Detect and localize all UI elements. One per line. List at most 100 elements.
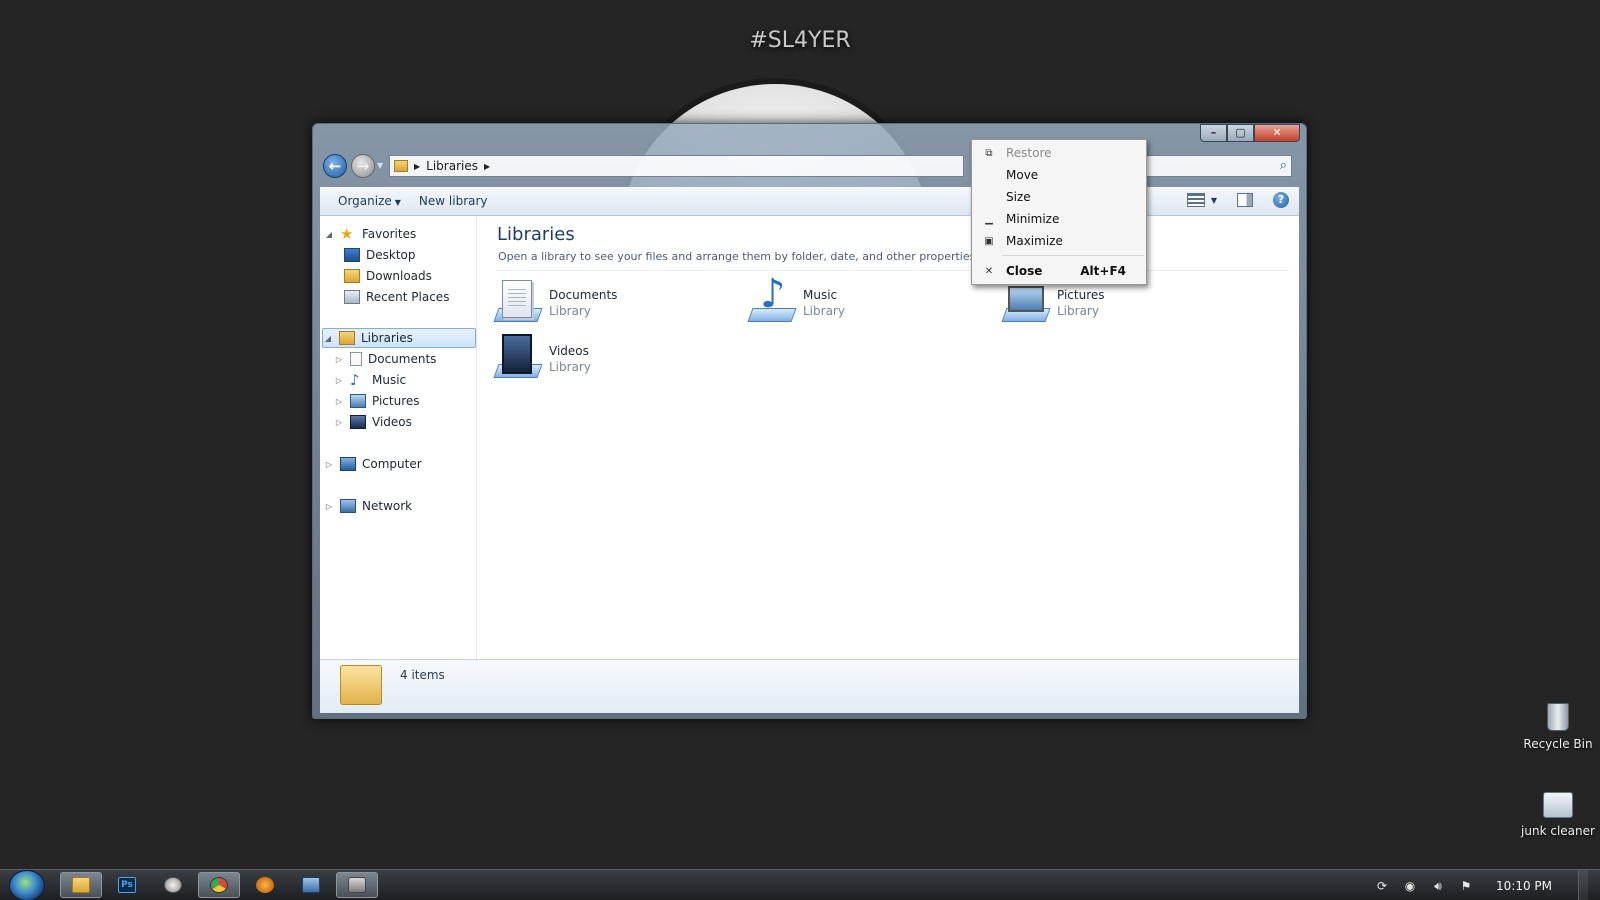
collapsed-arrow-icon[interactable]: ▷ <box>334 376 344 385</box>
tree-item-recent-places[interactable]: Recent Places <box>344 287 449 307</box>
help-icon[interactable]: ? <box>1273 192 1289 208</box>
library-tile-pictures[interactable]: Pictures Library <box>1001 278 1244 328</box>
tree-item-videos[interactable]: ▷ Videos <box>334 412 412 432</box>
tree-item-label: Videos <box>372 415 412 429</box>
libraries-folder-icon <box>340 665 382 705</box>
address-bar[interactable]: ▶ Libraries ▶ <box>389 155 964 177</box>
page-subtitle: Open a library to see your files and arr… <box>498 250 979 263</box>
tree-item-label: Desktop <box>366 248 416 262</box>
music-library-icon: ♪ <box>747 274 797 324</box>
recent-pages-dropdown-icon[interactable]: ▼ <box>377 161 383 170</box>
minimize-button[interactable]: – <box>1200 124 1227 142</box>
tree-item-libraries[interactable]: ◢ Libraries <box>322 328 476 348</box>
recycle-bin-icon <box>1547 703 1569 731</box>
taskbar-app-chrome[interactable] <box>198 872 240 898</box>
tree-item-label: Music <box>372 373 407 387</box>
music-note-icon: ♪ <box>350 371 360 389</box>
library-tile-documents[interactable]: Documents Library <box>493 278 736 328</box>
taskbar-app-7[interactable] <box>336 872 378 898</box>
volume-icon[interactable]: 🔊︎ <box>1430 879 1446 893</box>
close-button[interactable]: ✕ <box>1254 124 1300 142</box>
tree-item-label: Documents <box>368 352 437 366</box>
caption-buttons: – ▢ ✕ <box>1200 124 1300 142</box>
pictures-icon <box>350 394 366 408</box>
taskbar-app-3[interactable] <box>152 872 194 898</box>
preview-pane-icon[interactable] <box>1237 193 1253 207</box>
taskbar-app-6[interactable] <box>290 872 332 898</box>
tree-item-network[interactable]: ▷ Network <box>324 496 412 516</box>
library-tile-music[interactable]: ♪ Music Library <box>747 274 990 328</box>
menu-item-label: Size <box>1006 190 1031 204</box>
action-center-flag-icon[interactable]: ⚑ <box>1458 879 1474 893</box>
clock[interactable]: 10:10 PM <box>1496 879 1552 893</box>
menu-item-restore[interactable]: ⧉ Restore <box>972 142 1146 164</box>
tree-item-favorites[interactable]: ◢ ★ Favorites <box>324 224 416 244</box>
tree-item-label: Network <box>362 499 413 513</box>
new-library-button[interactable]: New library <box>419 194 488 208</box>
app-icon <box>256 877 274 893</box>
library-type: Library <box>549 304 591 318</box>
back-arrow-icon: ← <box>328 157 342 175</box>
collapsed-arrow-icon[interactable]: ▷ <box>324 502 334 511</box>
tree-item-music[interactable]: ▷ ♪ Music <box>334 370 406 390</box>
navigation-pane: ◢ ★ Favorites Desktop Downloads Recent P… <box>320 216 477 659</box>
command-bar: Organize ▼ New library ▼ ? <box>320 187 1299 216</box>
network-tray-icon[interactable]: ◉ <box>1402 879 1418 893</box>
view-options-chevron-icon[interactable]: ▼ <box>1211 196 1217 205</box>
tree-item-label: Favorites <box>362 227 417 241</box>
library-name: Documents <box>549 288 618 302</box>
minimize-icon: ▁ <box>985 213 993 225</box>
explorer-window[interactable]: – ▢ ✕ ← → ▼ ▶ Libraries ▶ ⌕ Organize ▼ Ne… <box>312 123 1307 719</box>
window-system-menu: ⧉ Restore Move Size ▁ Minimize ▣ Maximiz… <box>971 139 1147 285</box>
desktop-icon-label: junk cleaner <box>1521 824 1595 838</box>
collapsed-arrow-icon[interactable]: ▷ <box>334 355 344 364</box>
tree-item-pictures[interactable]: ▷ Pictures <box>334 391 420 411</box>
collapsed-arrow-icon[interactable]: ▷ <box>334 397 344 406</box>
menu-item-size[interactable]: Size <box>972 186 1146 208</box>
item-count: 4 items <box>400 668 445 682</box>
maximize-button[interactable]: ▢ <box>1227 124 1254 142</box>
show-desktop-button[interactable] <box>1578 870 1588 900</box>
menu-item-label: Maximize <box>1006 234 1063 248</box>
close-shortcut: Alt+F4 <box>1080 264 1126 278</box>
collapsed-arrow-icon[interactable]: ▷ <box>334 418 344 427</box>
change-view-icon[interactable] <box>1186 193 1205 207</box>
taskbar-app-5[interactable] <box>244 872 286 898</box>
taskbar-app-photoshop[interactable]: Ps <box>106 872 148 898</box>
tree-item-label: Downloads <box>366 269 432 283</box>
tree-item-documents[interactable]: ▷ Documents <box>334 349 436 369</box>
menu-item-maximize[interactable]: ▣ Maximize <box>972 230 1146 252</box>
search-icon[interactable]: ⌕ <box>1280 158 1287 173</box>
expanded-arrow-icon[interactable]: ◢ <box>324 230 334 239</box>
menu-item-move[interactable]: Move <box>972 164 1146 186</box>
back-button[interactable]: ← <box>323 154 347 178</box>
library-tile-videos[interactable]: Videos Library <box>493 334 736 384</box>
taskbar-app-explorer[interactable] <box>60 872 102 898</box>
forward-button[interactable]: → <box>351 154 375 178</box>
breadcrumb-chevron-icon[interactable]: ▶ <box>414 162 420 171</box>
organize-label: Organize <box>338 194 392 208</box>
desktop-icon-recycle-bin[interactable]: Recycle Bin <box>1518 703 1598 751</box>
network-icon <box>340 499 356 513</box>
header-divider <box>496 270 1289 271</box>
menu-item-label: Close <box>1006 264 1043 278</box>
documents-icon <box>350 352 362 366</box>
menu-item-minimize[interactable]: ▁ Minimize <box>972 208 1146 230</box>
collapsed-arrow-icon[interactable]: ▷ <box>324 460 334 469</box>
junk-cleaner-icon <box>1543 792 1573 818</box>
desktop-icon-junk-cleaner[interactable]: junk cleaner <box>1518 792 1598 838</box>
menu-item-label: Move <box>1006 168 1039 182</box>
photoshop-icon: Ps <box>118 877 136 893</box>
navigation-bar: ← → ▼ ▶ Libraries ▶ ⌕ <box>321 151 1298 181</box>
expanded-arrow-icon[interactable]: ◢ <box>323 334 333 343</box>
tree-item-desktop[interactable]: Desktop <box>344 245 416 265</box>
breadcrumb-libraries[interactable]: Libraries <box>426 159 478 173</box>
tree-item-computer[interactable]: ▷ Computer <box>324 454 422 474</box>
tree-item-downloads[interactable]: Downloads <box>344 266 432 286</box>
downloads-folder-icon <box>344 269 360 283</box>
start-button[interactable] <box>9 870 45 900</box>
organize-menu-button[interactable]: Organize ▼ <box>338 194 401 208</box>
menu-item-close[interactable]: ✕ Close Alt+F4 <box>972 260 1146 282</box>
update-icon[interactable]: ⟳ <box>1374 879 1390 893</box>
breadcrumb-chevron-icon[interactable]: ▶ <box>484 162 490 171</box>
